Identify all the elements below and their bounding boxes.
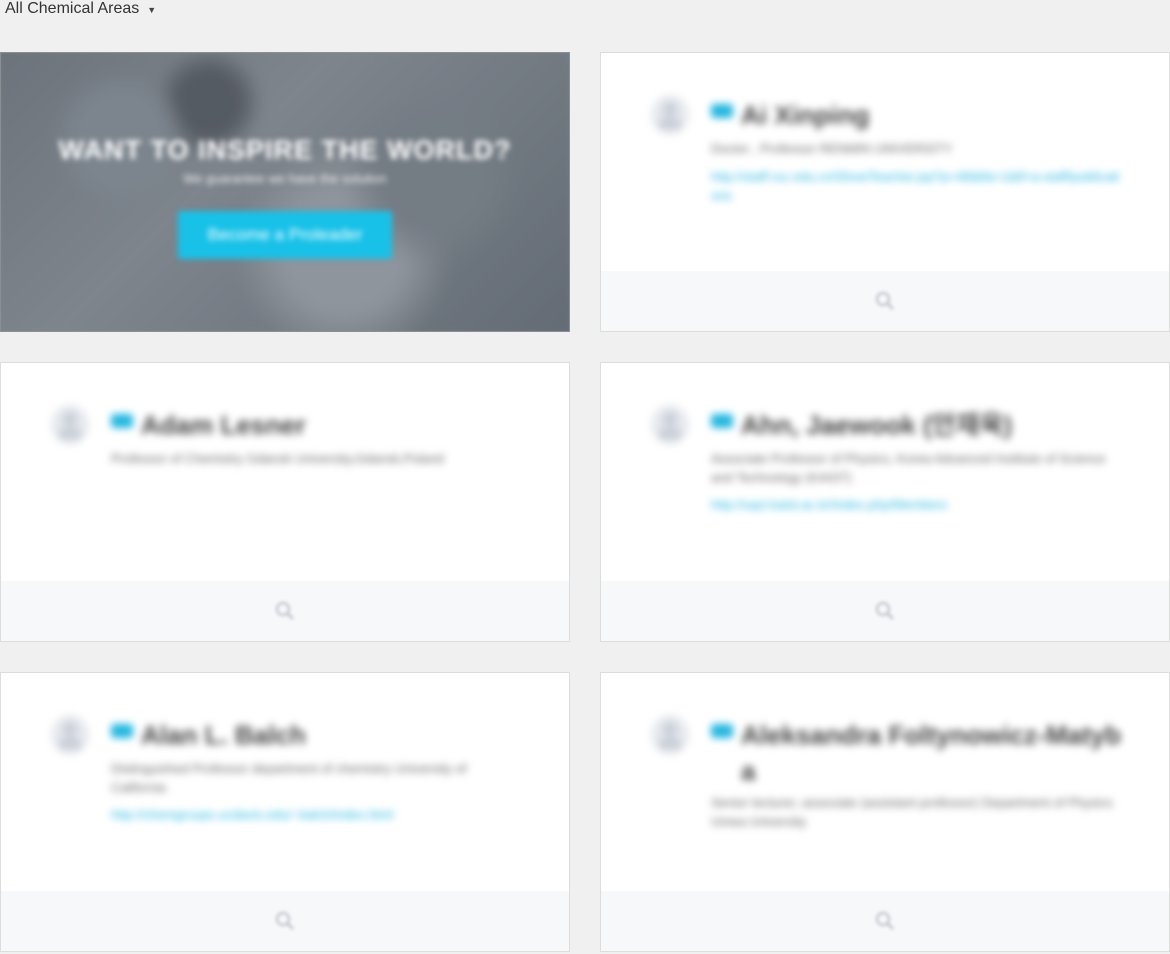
expert-card[interactable]: Alan L. Balch Distinguished Professor de… xyxy=(0,672,570,952)
expert-link[interactable]: http://staff.ruc.edu.cn/ShowTeacher.jsp?… xyxy=(711,167,1124,205)
card-footer xyxy=(601,891,1169,951)
zoom-icon[interactable] xyxy=(874,290,896,312)
expert-card[interactable]: Ai Xinping Doctor , Professor RENMIN UNI… xyxy=(600,52,1170,332)
chemical-area-filter[interactable]: All Chemical Areas ▼ xyxy=(5,0,156,18)
avatar xyxy=(51,715,89,755)
expert-description: Professor of Chemistry Gdansk University… xyxy=(111,451,444,466)
expert-name[interactable]: Aleksandra Foltynowicz-Matyba xyxy=(741,717,1129,789)
avatar xyxy=(651,715,689,755)
flag-icon xyxy=(711,724,733,738)
expert-name[interactable]: Alan L. Balch xyxy=(141,717,306,753)
promo-banner: WANT TO INSPIRE THE WORLD? We guarantee … xyxy=(0,52,570,332)
expert-link[interactable]: http://chemgroups.ucdavis.edu/~balch/ind… xyxy=(111,805,524,824)
filter-label: All Chemical Areas xyxy=(5,0,140,17)
avatar xyxy=(651,95,689,135)
expert-name[interactable]: Adam Lesner xyxy=(141,407,306,443)
promo-subtitle: We guarantee we have the solution xyxy=(183,171,387,186)
expert-description: Senior lecturer, associate (assistant pr… xyxy=(711,795,1113,829)
expert-description: Associate Professor of Physics, Korea Ad… xyxy=(711,451,1106,485)
expert-name[interactable]: Ai Xinping xyxy=(741,97,870,133)
flag-icon xyxy=(111,414,133,428)
avatar xyxy=(651,405,689,445)
card-footer xyxy=(601,271,1169,331)
expert-card[interactable]: Ahn, Jaewook (안재욱) Associate Professor o… xyxy=(600,362,1170,642)
card-footer xyxy=(1,581,569,641)
avatar xyxy=(51,405,89,445)
flag-icon xyxy=(711,104,733,118)
card-footer xyxy=(1,891,569,951)
become-proleader-button[interactable]: Become a Proleader xyxy=(178,211,392,259)
expert-description: Doctor , Professor RENMIN UNIVERSITY xyxy=(711,141,953,156)
flag-icon xyxy=(111,724,133,738)
expert-name[interactable]: Ahn, Jaewook (안재욱) xyxy=(741,407,1012,443)
expert-link[interactable]: http://uqcl.kaist.ac.kr/index.php/Member… xyxy=(711,495,1124,514)
caret-down-icon: ▼ xyxy=(147,5,157,15)
zoom-icon[interactable] xyxy=(274,600,296,622)
zoom-icon[interactable] xyxy=(874,600,896,622)
promo-title: WANT TO INSPIRE THE WORLD? xyxy=(58,135,512,165)
zoom-icon[interactable] xyxy=(274,910,296,932)
flag-icon xyxy=(711,414,733,428)
expert-card[interactable]: Aleksandra Foltynowicz-Matyba Senior lec… xyxy=(600,672,1170,952)
expert-card[interactable]: Adam Lesner Professor of Chemistry Gdans… xyxy=(0,362,570,642)
expert-description: Distinguished Professor department of ch… xyxy=(111,761,467,795)
card-footer xyxy=(601,581,1169,641)
zoom-icon[interactable] xyxy=(874,910,896,932)
